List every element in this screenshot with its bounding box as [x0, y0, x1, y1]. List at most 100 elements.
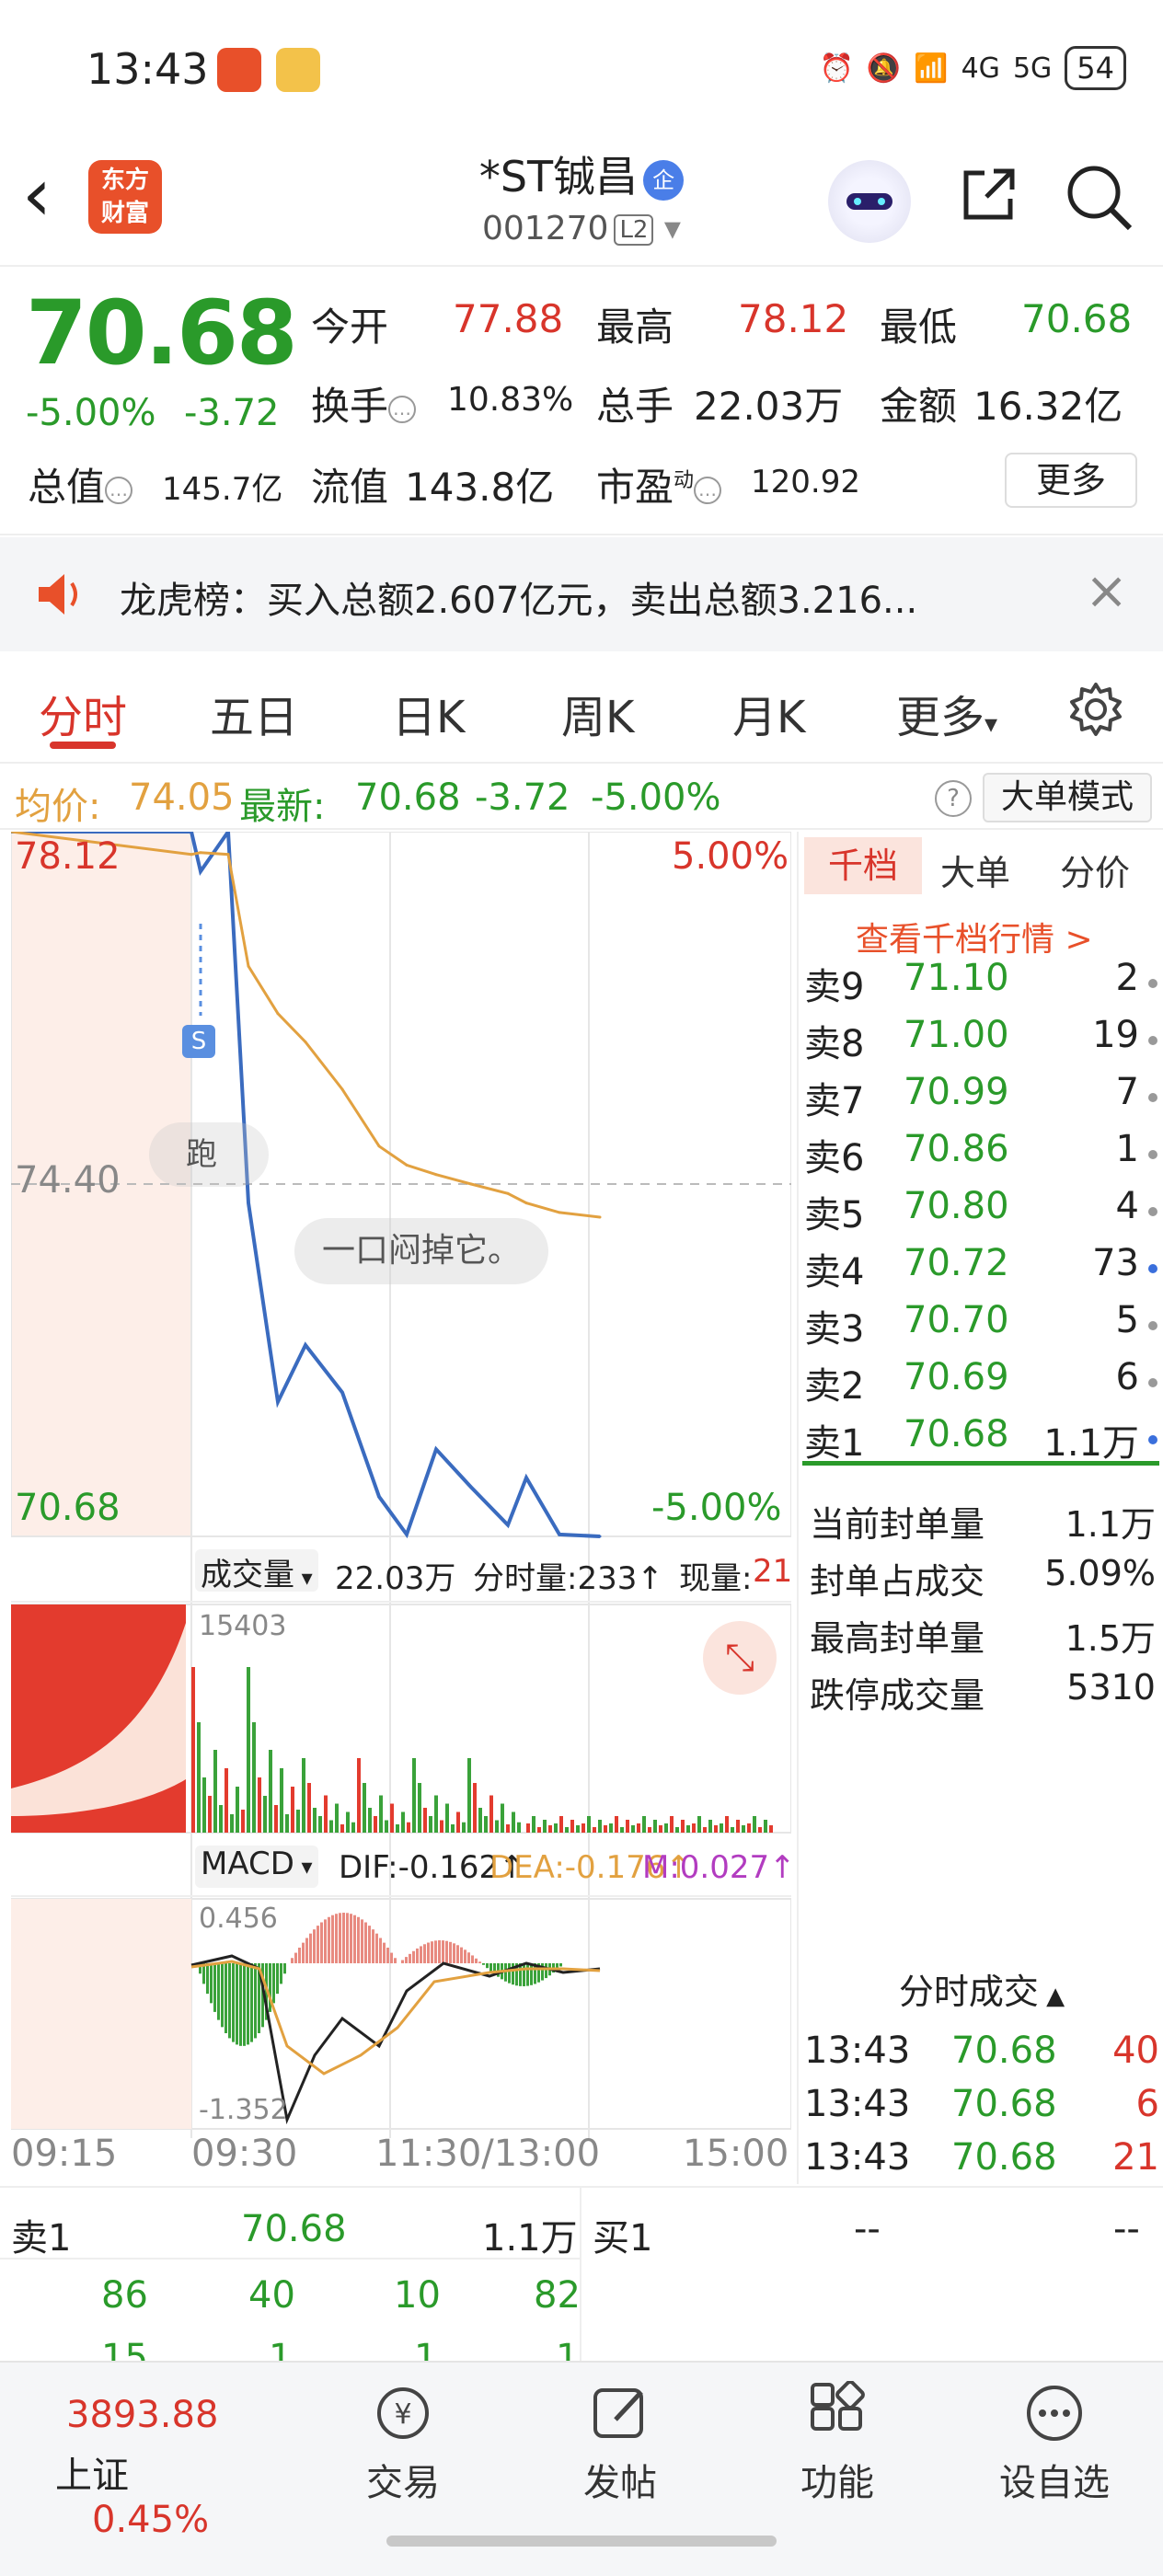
- volume-now: 21: [753, 1553, 793, 1590]
- open-label: 今开: [311, 305, 389, 350]
- tab-thousand-levels[interactable]: 千档: [804, 837, 922, 894]
- price-line-point: [434, 1447, 438, 1451]
- sell-order-row[interactable]: 卖9 71.10 2: [804, 957, 1157, 1008]
- index-percent: 0.45%: [92, 2499, 210, 2541]
- signal-4g: 4G: [961, 52, 1000, 85]
- big-order-mode-button[interactable]: 大单模式: [983, 773, 1152, 822]
- volume-bar: [285, 1814, 289, 1833]
- macd-selector[interactable]: MACD ▾: [195, 1846, 318, 1888]
- sell-order-row[interactable]: 卖5 70.80 4: [804, 1185, 1157, 1236]
- sell-order-row[interactable]: 卖7 70.99 7: [804, 1071, 1157, 1122]
- tab-weekly-k[interactable]: 周K: [561, 681, 634, 745]
- high-label: 最高: [596, 305, 674, 350]
- volume-bar: [686, 1825, 690, 1833]
- volume-tick: 分时量:233↑: [473, 1560, 663, 1597]
- sell-level-label: 卖5: [804, 1194, 865, 1236]
- ai-assistant-avatar[interactable]: [828, 160, 911, 243]
- volume-bar: [191, 1667, 195, 1833]
- home-indicator[interactable]: [386, 2536, 777, 2547]
- search-icon[interactable]: [1064, 162, 1134, 232]
- sell-level-label: 卖2: [804, 1365, 865, 1408]
- volume-bar: [241, 1810, 245, 1833]
- volume-bar: [512, 1811, 515, 1833]
- s-marker[interactable]: S: [182, 1025, 215, 1058]
- sell-order-row[interactable]: 卖4 70.72 73: [804, 1242, 1157, 1294]
- close-icon[interactable]: ×: [1085, 561, 1128, 621]
- macd-bar: [405, 1957, 408, 1963]
- amount-value: 16.32亿: [973, 384, 1123, 429]
- macd-bar: [394, 1958, 397, 1963]
- volume-bar: [537, 1827, 541, 1833]
- comment-bubble[interactable]: 一口闷掉它。: [294, 1218, 549, 1284]
- volume-bar: [269, 1750, 272, 1833]
- dragon-tiger-notice[interactable]: 龙虎榜：买入总额2.607亿元，卖出总额3.216... ×: [0, 537, 1163, 651]
- volume-bar: [720, 1823, 723, 1833]
- volume-bar: [548, 1825, 552, 1833]
- volume-bar: [202, 1777, 206, 1833]
- sell-order-row[interactable]: 卖8 71.00 19: [804, 1014, 1157, 1065]
- tab-big-orders[interactable]: 大单: [940, 845, 1010, 895]
- tab-five-day[interactable]: 五日: [210, 681, 298, 745]
- volume-selector[interactable]: 成交量 ▾: [195, 1549, 318, 1593]
- intraday-chart[interactable]: 78.12 5.00% 74.40 70.68 -5.00% 跑 一口闷掉它。 …: [11, 832, 796, 2184]
- nav-trade[interactable]: ¥ 交易: [320, 2363, 486, 2506]
- sell-qty: 73: [1092, 1242, 1139, 1284]
- sell-order-row[interactable]: 卖6 70.86 1: [804, 1128, 1157, 1179]
- book-cell: 10: [394, 2274, 441, 2317]
- book-right-qty: --: [1113, 2208, 1140, 2250]
- sell-order-row[interactable]: 卖3 70.70 5: [804, 1299, 1157, 1351]
- turnover-label[interactable]: 换手…: [311, 375, 417, 431]
- avg-price-line-point: [558, 1211, 561, 1214]
- nav-post[interactable]: 发帖: [537, 2363, 703, 2506]
- float-value: 143.8亿: [405, 465, 555, 510]
- book-left-price: 70.68: [241, 2208, 347, 2250]
- volume-bar: [495, 1820, 499, 1833]
- sell-price: 71.00: [904, 1014, 1009, 1056]
- sell-order-row[interactable]: 卖2 70.69 6: [804, 1356, 1157, 1408]
- macd-bar: [482, 1963, 485, 1965]
- volume-bar: [445, 1803, 449, 1833]
- avg-value: 74.05: [129, 776, 235, 819]
- tab-more[interactable]: 更多▾: [896, 681, 997, 745]
- avg-price-line-point: [598, 1215, 602, 1219]
- tab-monthly-k[interactable]: 月K: [732, 681, 805, 745]
- more-button[interactable]: 更多: [1005, 453, 1137, 508]
- share-icon[interactable]: [957, 162, 1021, 226]
- mktcap-label[interactable]: 总值…: [28, 456, 133, 512]
- help-icon[interactable]: ?: [935, 780, 972, 817]
- avg-price-line-point: [434, 1173, 438, 1177]
- ticks-title[interactable]: 分时成交 ▲: [799, 1963, 1163, 2014]
- sell-price: 71.10: [904, 957, 1009, 999]
- expand-icon[interactable]: ⤡: [703, 1621, 777, 1695]
- tab-daily-k[interactable]: 日K: [392, 681, 465, 745]
- pe-label[interactable]: 市盈动…: [596, 456, 722, 512]
- volume-bar: [401, 1811, 405, 1833]
- float-label: 流值: [311, 465, 389, 510]
- sell-price: 70.80: [904, 1185, 1009, 1227]
- index-ticker[interactable]: 3893.88 上证0.45%: [55, 2394, 276, 2541]
- tab-price-dist[interactable]: 分价: [1060, 845, 1130, 895]
- more-dots-icon: [1027, 2386, 1082, 2441]
- macd-bar: [464, 1949, 466, 1963]
- nav-functions[interactable]: 功能: [754, 2363, 920, 2506]
- level2-badge[interactable]: L2: [614, 214, 654, 246]
- avg-price-line-point: [506, 1191, 510, 1195]
- macd-bar: [486, 1963, 489, 1969]
- time-tick: 11:30/13:00: [375, 2133, 601, 2175]
- macd-bar: [324, 1919, 327, 1963]
- sell-order-row[interactable]: 卖1 70.68 1.1万: [804, 1413, 1157, 1465]
- gear-icon[interactable]: [1067, 681, 1124, 738]
- stat-label: 封单占成交: [810, 1561, 985, 1602]
- volume-bar: [714, 1825, 718, 1833]
- tab-intraday[interactable]: 分时: [39, 681, 127, 745]
- stat-label: 当前封单量: [810, 1504, 985, 1545]
- tick-price: 70.68: [951, 2083, 1057, 2125]
- chevron-down-icon[interactable]: ▾: [653, 210, 681, 247]
- view-levels-link[interactable]: 查看千档行情 >: [856, 913, 1093, 960]
- volume-bar: [258, 1777, 261, 1833]
- volume-bar: [385, 1820, 388, 1833]
- stock-header: ‹ 东方 财富 *ST铖昌企 001270 L2 ▾: [0, 138, 1163, 267]
- nav-add-watchlist[interactable]: 设自选: [972, 2363, 1137, 2506]
- order-dot-icon: [1148, 1264, 1157, 1273]
- pe-value: 120.92: [751, 464, 860, 500]
